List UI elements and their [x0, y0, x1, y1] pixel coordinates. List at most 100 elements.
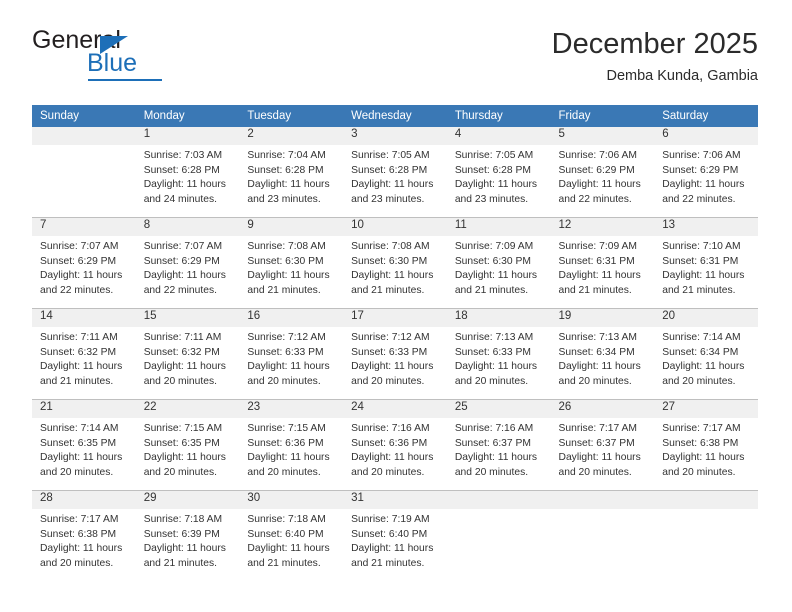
- day-detail-line: Sunrise: 7:13 AM: [558, 332, 637, 343]
- day-details: Sunrise: 7:16 AM Sunset: 6:36 PM Daylight:…: [343, 418, 447, 480]
- day-detail-line: Sunrise: 7:06 AM: [662, 150, 741, 161]
- day-details: Sunrise: 7:17 AM Sunset: 6:38 PM Daylight:…: [654, 418, 758, 480]
- day-number: 5: [550, 127, 655, 145]
- calendar-day-cell[interactable]: 3 Sunrise: 7:05 AM Sunset: 6:28 PM Daylight…: [343, 127, 447, 218]
- calendar-day-cell[interactable]: 11 Sunrise: 7:09 AM Sunset: 6:30 PM Dayligh…: [446, 217, 551, 309]
- calendar-week-row: 14 Sunrise: 7:11 AM Sunset: 6:32 PM Dayligh…: [32, 308, 758, 400]
- day-detail-line: Sunrise: 7:09 AM: [454, 241, 534, 252]
- day-detail-line: Sunset: 6:33 PM: [454, 346, 531, 358]
- day-detail-line: Sunset: 6:34 PM: [662, 346, 739, 358]
- calendar-day-cell[interactable]: 7 Sunrise: 7:07 AM Sunset: 6:29 PM Daylight…: [32, 217, 136, 309]
- day-detail-line: Sunrise: 7:11 AM: [40, 332, 118, 343]
- day-detail-line: and 21 minutes.: [143, 557, 217, 569]
- day-number: 18: [446, 309, 551, 327]
- day-detail-line: Sunset: 6:40 PM: [247, 528, 324, 540]
- weekday-header-thursday: Thursday: [446, 105, 551, 127]
- calendar-day-cell[interactable]: 28 Sunrise: 7:17 AM Sunset: 6:38 PM Dayligh…: [32, 490, 136, 581]
- day-details: Sunrise: 7:12 AM Sunset: 6:33 PM Daylight:…: [343, 327, 447, 389]
- day-detail-line: Sunrise: 7:14 AM: [662, 332, 741, 343]
- day-detail-line: and 22 minutes.: [40, 284, 114, 296]
- day-detail-line: Daylight: 11 hours: [247, 543, 330, 555]
- calendar-day-cell[interactable]: 14 Sunrise: 7:11 AM Sunset: 6:32 PM Dayligh…: [32, 308, 136, 400]
- day-detail-line: Daylight: 11 hours: [40, 452, 123, 464]
- day-number: [446, 491, 551, 509]
- calendar-day-cell[interactable]: 29 Sunrise: 7:18 AM Sunset: 6:39 PM Dayligh…: [135, 490, 240, 581]
- calendar-week-row: 1 Sunrise: 7:03 AM Sunset: 6:28 PM Daylight…: [32, 127, 758, 218]
- day-detail-line: and 20 minutes.: [558, 466, 632, 478]
- day-detail-line: Sunset: 6:31 PM: [662, 255, 739, 267]
- calendar-day-cell[interactable]: 4 Sunrise: 7:05 AM Sunset: 6:28 PM Daylight…: [446, 127, 551, 218]
- calendar-day-cell[interactable]: 16 Sunrise: 7:12 AM Sunset: 6:33 PM Dayligh…: [239, 308, 344, 400]
- weekday-header-row: Sunday Monday Tuesday Wednesday Thursday Frid…: [32, 105, 758, 127]
- day-number: 21: [32, 400, 136, 418]
- calendar-day-cell[interactable]: 27 Sunrise: 7:17 AM Sunset: 6:38 PM Dayligh…: [654, 399, 758, 491]
- brand-logo[interactable]: General Blue: [32, 28, 272, 88]
- day-details: Sunrise: 7:11 AM Sunset: 6:32 PM Daylight:…: [136, 327, 240, 389]
- day-detail-line: and 21 minutes.: [247, 284, 321, 296]
- calendar-body: 1 Sunrise: 7:03 AM Sunset: 6:28 PM Daylight…: [32, 127, 758, 581]
- calendar-day-cell[interactable]: 18 Sunrise: 7:13 AM Sunset: 6:33 PM Dayligh…: [446, 308, 551, 400]
- day-detail-line: Daylight: 11 hours: [143, 452, 226, 464]
- day-detail-line: Sunset: 6:29 PM: [40, 255, 117, 267]
- calendar-day-cell[interactable]: 26 Sunrise: 7:17 AM Sunset: 6:37 PM Dayligh…: [550, 399, 655, 491]
- calendar-day-cell[interactable]: 12 Sunrise: 7:09 AM Sunset: 6:31 PM Dayligh…: [550, 217, 655, 309]
- day-detail-line: Daylight: 11 hours: [247, 179, 330, 191]
- day-detail-line: Sunrise: 7:15 AM: [247, 423, 326, 434]
- calendar-day-cell[interactable]: 9 Sunrise: 7:08 AM Sunset: 6:30 PM Daylight…: [239, 217, 344, 309]
- calendar-day-cell-empty: [654, 490, 758, 581]
- calendar-day-cell[interactable]: 1 Sunrise: 7:03 AM Sunset: 6:28 PM Daylight…: [135, 127, 240, 218]
- title-block: December 2025 Demba Kunda, Gambia: [552, 28, 758, 85]
- day-details: Sunrise: 7:04 AM Sunset: 6:28 PM Daylight:…: [239, 145, 343, 207]
- day-detail-line: Sunrise: 7:17 AM: [40, 514, 119, 525]
- day-detail-line: and 20 minutes.: [143, 466, 217, 478]
- day-number: 4: [446, 127, 551, 145]
- day-detail-line: Sunset: 6:29 PM: [143, 255, 220, 267]
- day-number: [32, 127, 136, 145]
- calendar-day-cell[interactable]: 24 Sunrise: 7:16 AM Sunset: 6:36 PM Dayligh…: [343, 399, 447, 491]
- day-detail-line: and 24 minutes.: [143, 193, 217, 205]
- calendar-day-cell-empty: [32, 127, 136, 218]
- day-detail-line: Daylight: 11 hours: [40, 361, 123, 373]
- calendar-day-cell[interactable]: 19 Sunrise: 7:13 AM Sunset: 6:34 PM Dayligh…: [550, 308, 655, 400]
- calendar-day-cell[interactable]: 30 Sunrise: 7:18 AM Sunset: 6:40 PM Dayligh…: [239, 490, 344, 581]
- calendar-day-cell[interactable]: 2 Sunrise: 7:04 AM Sunset: 6:28 PM Daylight…: [239, 127, 344, 218]
- day-detail-line: Sunrise: 7:19 AM: [351, 514, 430, 525]
- day-number: 13: [654, 218, 758, 236]
- calendar-day-cell[interactable]: 20 Sunrise: 7:14 AM Sunset: 6:34 PM Dayligh…: [654, 308, 758, 400]
- day-detail-line: Sunrise: 7:09 AM: [558, 241, 637, 252]
- day-detail-line: Daylight: 11 hours: [351, 452, 434, 464]
- day-detail-line: and 21 minutes.: [454, 284, 529, 296]
- calendar-day-cell[interactable]: 15 Sunrise: 7:11 AM Sunset: 6:32 PM Dayligh…: [135, 308, 240, 400]
- calendar-day-cell[interactable]: 13 Sunrise: 7:10 AM Sunset: 6:31 PM Dayligh…: [654, 217, 758, 309]
- calendar-day-cell[interactable]: 21 Sunrise: 7:14 AM Sunset: 6:35 PM Dayligh…: [32, 399, 136, 491]
- day-details: Sunrise: 7:09 AM Sunset: 6:30 PM Daylight:…: [447, 236, 551, 298]
- brand-underline: [88, 79, 162, 81]
- day-details: Sunrise: 7:15 AM Sunset: 6:35 PM Daylight:…: [136, 418, 240, 480]
- day-detail-line: Sunrise: 7:10 AM: [662, 241, 741, 252]
- calendar-day-cell[interactable]: 5 Sunrise: 7:06 AM Sunset: 6:29 PM Daylight…: [550, 127, 655, 218]
- calendar-day-cell[interactable]: 31 Sunrise: 7:19 AM Sunset: 6:40 PM Dayligh…: [343, 490, 447, 581]
- page-header: General Blue December 2025 Demba Kunda, …: [32, 28, 758, 100]
- day-number: 23: [239, 400, 344, 418]
- calendar-week-row: 7 Sunrise: 7:07 AM Sunset: 6:29 PM Daylight…: [32, 217, 758, 309]
- day-detail-line: Daylight: 11 hours: [143, 270, 226, 282]
- calendar-day-cell[interactable]: 8 Sunrise: 7:07 AM Sunset: 6:29 PM Daylight…: [135, 217, 240, 309]
- calendar-day-cell[interactable]: 10 Sunrise: 7:08 AM Sunset: 6:30 PM Dayligh…: [343, 217, 447, 309]
- calendar-week-row: 21 Sunrise: 7:14 AM Sunset: 6:35 PM Dayligh…: [32, 399, 758, 491]
- page-subtitle: Demba Kunda, Gambia: [606, 68, 758, 85]
- day-detail-line: Daylight: 11 hours: [558, 452, 641, 464]
- day-number: [550, 491, 655, 509]
- calendar-day-cell[interactable]: 17 Sunrise: 7:12 AM Sunset: 6:33 PM Dayligh…: [343, 308, 447, 400]
- day-detail-line: and 20 minutes.: [454, 375, 529, 387]
- day-number: 2: [239, 127, 344, 145]
- day-detail-line: Sunrise: 7:11 AM: [143, 332, 222, 343]
- weekday-header-wednesday: Wednesday: [343, 105, 447, 127]
- calendar-day-cell[interactable]: 25 Sunrise: 7:16 AM Sunset: 6:37 PM Dayligh…: [446, 399, 551, 491]
- day-details: Sunrise: 7:17 AM Sunset: 6:38 PM Daylight:…: [32, 509, 136, 571]
- day-detail-line: Daylight: 11 hours: [143, 361, 226, 373]
- calendar-day-cell[interactable]: 6 Sunrise: 7:06 AM Sunset: 6:29 PM Daylight…: [654, 127, 758, 218]
- calendar-day-cell[interactable]: 22 Sunrise: 7:15 AM Sunset: 6:35 PM Dayligh…: [135, 399, 240, 491]
- day-detail-line: Sunset: 6:36 PM: [247, 437, 324, 449]
- day-details: Sunrise: 7:17 AM Sunset: 6:37 PM Daylight:…: [551, 418, 655, 480]
- calendar-day-cell[interactable]: 23 Sunrise: 7:15 AM Sunset: 6:36 PM Dayligh…: [239, 399, 344, 491]
